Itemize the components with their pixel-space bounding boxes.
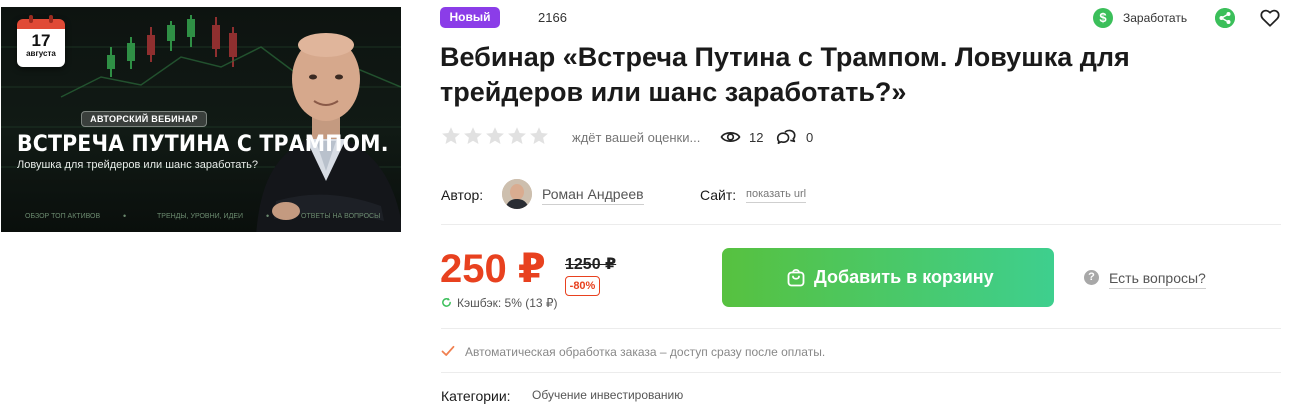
product-banner-image[interactable]: 17 августа АВТОРСКИЙ ВЕБИНАР ВСТРЕЧА ПУТ… xyxy=(1,7,401,232)
star-icon[interactable] xyxy=(441,126,461,146)
share-icon[interactable] xyxy=(1215,8,1235,28)
cashback-text: Кэшбэк: 5% (13 ₽) xyxy=(457,296,558,310)
comments-count: 0 xyxy=(806,130,814,145)
questions-link[interactable]: Есть вопросы? xyxy=(1109,270,1206,289)
divider xyxy=(441,224,1281,225)
author-label: Автор: xyxy=(441,187,484,203)
cashback-icon xyxy=(442,297,451,307)
product-id: 2166 xyxy=(538,10,567,25)
checkmark-icon xyxy=(441,345,455,356)
category-link[interactable]: Обучение инвестированию xyxy=(532,388,683,402)
add-to-cart-label: Добавить в корзину xyxy=(814,267,994,287)
star-icon[interactable] xyxy=(507,126,527,146)
calendar-day: 17 xyxy=(31,31,51,50)
add-to-cart-button[interactable]: Добавить в корзину xyxy=(722,248,1054,307)
divider xyxy=(441,372,1281,373)
divider xyxy=(441,328,1281,329)
banner-subtitle: Ловушка для трейдеров или шанс заработат… xyxy=(17,159,259,171)
show-url-link[interactable]: показать url xyxy=(746,188,807,203)
site-label: Сайт: xyxy=(700,187,737,203)
star-icon[interactable] xyxy=(463,126,483,146)
old-price: 1250 ₽ xyxy=(565,256,617,273)
banner-title: ВСТРЕЧА ПУТИНА С ТРАМПОМ. xyxy=(17,132,389,157)
views-count: 12 xyxy=(749,130,764,145)
presenter-photo xyxy=(256,33,401,232)
star-icon[interactable] xyxy=(485,126,505,146)
banner-footer-item: ТРЕНДЫ, УРОВНИ, ИДЕИ xyxy=(157,213,244,220)
categories-label: Категории: xyxy=(441,388,511,404)
author-name-link[interactable]: Роман Андреев xyxy=(542,186,644,205)
auto-processing-note: Автоматическая обработка заказа – доступ… xyxy=(465,345,826,359)
current-price: 250 ₽ xyxy=(440,247,546,291)
bullet-icon: • xyxy=(123,211,127,221)
discount-badge: -80% xyxy=(565,276,600,296)
rating-stars[interactable] xyxy=(441,126,551,146)
banner-footer-item: ОБЗОР ТОП АКТИВОВ xyxy=(25,213,101,220)
question-icon: ? xyxy=(1084,270,1099,285)
rating-status: ждёт вашей оценки... xyxy=(572,130,701,145)
calendar-icon: 17 августа xyxy=(17,15,65,67)
eye-icon xyxy=(720,132,741,142)
product-title: Вебинар «Встреча Путина с Трампом. Ловуш… xyxy=(440,42,1130,107)
calendar-month: августа xyxy=(26,49,56,58)
webinar-badge: АВТОРСКИЙ ВЕБИНАР xyxy=(81,111,207,127)
banner-footer-item: ОТВЕТЫ НА ВОПРОСЫ xyxy=(301,213,381,220)
author-avatar[interactable] xyxy=(502,179,532,209)
shopping-bag-icon xyxy=(787,268,805,287)
dollar-icon[interactable]: $ xyxy=(1093,8,1113,28)
star-icon[interactable] xyxy=(529,126,549,146)
bullet-icon: • xyxy=(266,211,270,221)
heart-icon[interactable] xyxy=(1259,7,1281,29)
earn-link[interactable]: Заработать xyxy=(1123,11,1187,25)
comments-icon xyxy=(776,129,796,144)
new-badge: Новый xyxy=(440,7,500,28)
